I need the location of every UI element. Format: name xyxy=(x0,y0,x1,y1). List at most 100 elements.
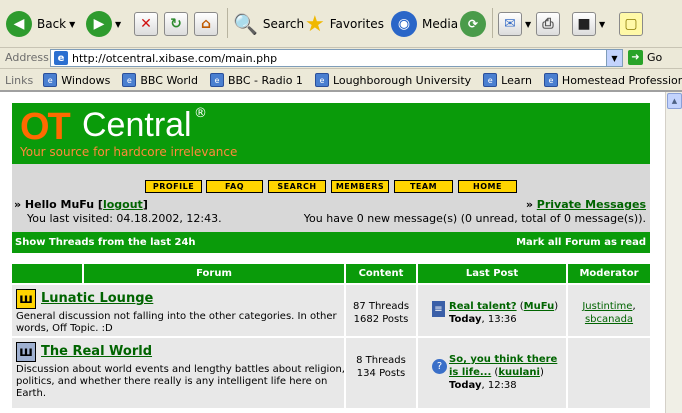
nav-home[interactable]: HOME xyxy=(458,180,517,193)
page-icon: e xyxy=(122,73,137,87)
last-post-title[interactable]: Real talent? xyxy=(449,301,517,312)
history-icon: ⟳ xyxy=(460,11,486,37)
last-post-user[interactable]: MuFu xyxy=(524,301,555,312)
nav-team[interactable]: TEAM xyxy=(394,180,453,193)
forum-description: General discussion not falling into the … xyxy=(16,311,337,334)
question-icon: ? xyxy=(432,359,447,374)
page-icon: e xyxy=(54,51,68,65)
table-row: ш Lunatic Lounge General discussion not … xyxy=(12,285,344,336)
links-label: Links xyxy=(5,73,34,87)
toolbar-separator xyxy=(492,8,493,38)
favorites-button[interactable]: ★ Favorites xyxy=(305,7,384,41)
toolbar-separator xyxy=(227,8,228,38)
post-count: 134 Posts xyxy=(356,368,406,379)
address-bar: Address e http://otcentral.xibase.com/ma… xyxy=(0,47,682,69)
go-button[interactable]: ➜ Go xyxy=(628,50,662,65)
nav-faq[interactable]: FAQ xyxy=(206,180,263,193)
last-post-info: Real talent? (MuFu) Today, 13:36 xyxy=(449,301,559,325)
links-bar: Links e Windows e BBC World e BBC - Radi… xyxy=(0,70,682,91)
forum-title-link[interactable]: The Real World xyxy=(41,344,152,359)
home-icon: ⌂ xyxy=(194,12,218,36)
mail-icon: ✉ xyxy=(498,12,522,36)
home-button[interactable]: ⌂ xyxy=(194,7,218,41)
forum-title-link[interactable]: Lunatic Lounge xyxy=(41,291,153,306)
refresh-icon: ↻ xyxy=(164,12,188,36)
chevron-down-icon[interactable]: ▼ xyxy=(69,20,75,29)
mark-all-read-link[interactable]: Mark all Forum as read xyxy=(516,237,646,248)
greeting: » Hello MuFu [logout] xyxy=(14,198,148,211)
header-moderator: Moderator xyxy=(568,264,650,283)
logout-link[interactable]: logout xyxy=(103,198,143,211)
forward-button[interactable]: ▶ ▼ xyxy=(86,7,121,41)
chevron-down-icon[interactable]: ▼ xyxy=(525,20,531,29)
forum-folder-icon: ш xyxy=(16,289,36,309)
moderator-link[interactable]: Justintime xyxy=(582,301,632,312)
last-visited: You last visited: 04.18.2002, 12:43. xyxy=(27,212,222,225)
back-button[interactable]: ◀ Back ▼ xyxy=(6,7,75,41)
media-globe-icon: ◉ xyxy=(391,11,417,37)
link-loughborough[interactable]: e Loughborough University xyxy=(314,73,471,87)
forward-arrow-icon: ▶ xyxy=(86,11,112,37)
vertical-scrollbar[interactable]: ▲ xyxy=(665,92,682,413)
private-messages-link[interactable]: Private Messages xyxy=(537,198,646,211)
header-last-post: Last Post xyxy=(418,264,566,283)
scroll-up-arrow-icon[interactable]: ▲ xyxy=(667,93,682,109)
stop-icon: ✕ xyxy=(134,12,158,36)
thread-count: 8 Threads xyxy=(356,355,406,366)
address-url[interactable]: http://otcentral.xibase.com/main.php xyxy=(72,52,277,65)
search-icon: 🔍 xyxy=(233,12,258,36)
page-icon: e xyxy=(543,73,558,87)
edit-icon: ■ xyxy=(572,12,596,36)
link-bbc-radio-1[interactable]: e BBC - Radio 1 xyxy=(209,73,303,87)
print-icon: ⎙ xyxy=(536,12,560,36)
history-button[interactable]: ⟳ xyxy=(460,7,486,41)
nav-search[interactable]: SEARCH xyxy=(268,180,326,193)
logo-central: Central xyxy=(82,106,192,144)
moderator-link[interactable]: sbcanada xyxy=(585,314,633,325)
back-arrow-icon: ◀ xyxy=(6,11,32,37)
thread-count: 87 Threads xyxy=(352,301,410,312)
mail-button[interactable]: ✉ ▼ xyxy=(498,7,531,41)
header-icon-col xyxy=(12,264,82,283)
last-post-cell: ≡ Real talent? (MuFu) Today, 13:36 xyxy=(418,285,566,336)
last-post-info: So, you think there is life... (kuulani)… xyxy=(449,354,558,391)
chevron-down-icon[interactable]: ▼ xyxy=(115,20,121,29)
stop-button[interactable]: ✕ xyxy=(134,7,158,41)
edit-button[interactable]: ■ ▼ xyxy=(572,7,605,41)
forum-folder-icon: ш xyxy=(16,342,36,362)
nav-members[interactable]: MEMBERS xyxy=(331,180,389,193)
forum-actions-bar: Show Threads from the last 24h Mark all … xyxy=(12,232,650,253)
nav-profile[interactable]: PROFILE xyxy=(145,180,202,193)
page-icon: e xyxy=(43,73,58,87)
content-cell: 8 Threads 134 Posts xyxy=(346,338,416,408)
address-label: Address xyxy=(5,51,49,64)
site-nav: PROFILE FAQ SEARCH MEMBERS TEAM HOME xyxy=(12,165,650,193)
search-button[interactable]: 🔍 Search xyxy=(233,7,304,41)
site-header: OT Central ® Your source for hardcore ir… xyxy=(12,103,650,253)
address-input[interactable]: e http://otcentral.xibase.com/main.php ▼ xyxy=(50,49,623,67)
header-content: Content xyxy=(346,264,416,283)
logo-registered-mark: ® xyxy=(194,106,207,121)
link-windows[interactable]: e Windows xyxy=(43,73,110,87)
table-row: ш The Real World Discussion about world … xyxy=(12,338,345,408)
discuss-button[interactable]: ▢ xyxy=(619,7,643,41)
page-icon: e xyxy=(314,73,329,87)
last-post-user[interactable]: kuulani xyxy=(498,367,540,378)
refresh-button[interactable]: ↻ xyxy=(164,7,188,41)
browser-toolbar: ◀ Back ▼ ▶ ▼ ✕ ↻ ⌂ 🔍 Search ★ Favorites … xyxy=(0,0,682,48)
chevron-down-icon[interactable]: ▼ xyxy=(606,50,622,66)
header-forum: Forum xyxy=(84,264,344,283)
message-status: You have 0 new message(s) (0 unread, tot… xyxy=(303,212,646,225)
show-24h-link[interactable]: Show Threads from the last 24h xyxy=(15,237,196,248)
link-bbc-world[interactable]: e BBC World xyxy=(122,73,198,87)
media-button[interactable]: ◉ Media xyxy=(391,7,458,41)
last-post-cell: ? So, you think there is life... (kuulan… xyxy=(418,338,566,408)
site-banner: OT Central ® Your source for hardcore ir… xyxy=(12,103,650,164)
site-tagline: Your source for hardcore irrelevance xyxy=(20,145,238,159)
link-homestead[interactable]: e Homestead Professional xyxy=(543,73,682,87)
chevron-down-icon[interactable]: ▼ xyxy=(599,20,605,29)
link-learn[interactable]: e Learn xyxy=(483,73,532,87)
private-messages: » Private Messages xyxy=(525,198,646,211)
print-button[interactable]: ⎙ xyxy=(536,7,560,41)
moderator-cell: Justintime, sbcanada xyxy=(568,285,650,336)
